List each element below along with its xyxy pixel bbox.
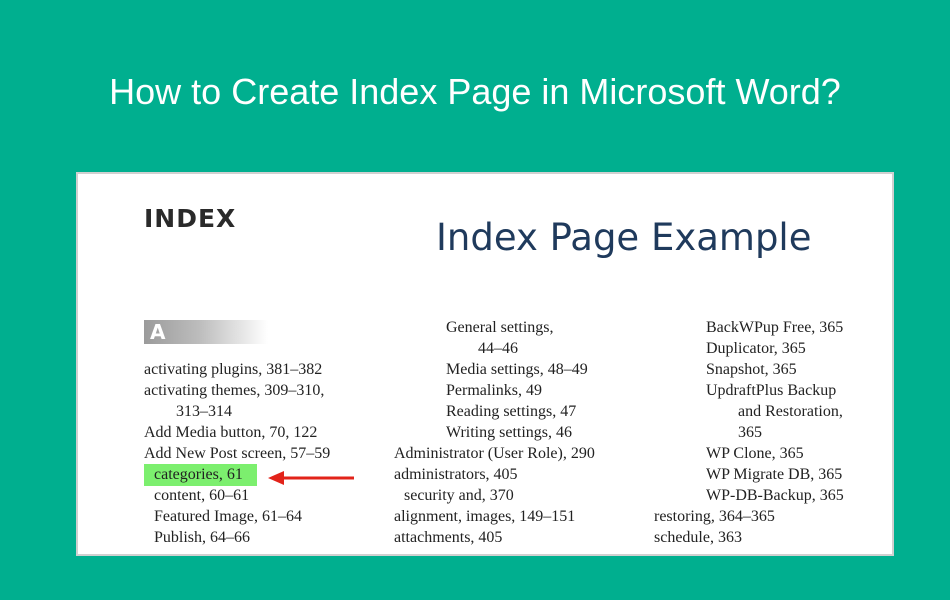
index-entry: 44–46 [478, 340, 518, 357]
index-entry: UpdraftPlus Backup [706, 382, 837, 399]
index-entry: Snapshot, 365 [706, 361, 797, 378]
red-arrow-icon [268, 471, 354, 485]
index-entry: 313–314 [176, 403, 232, 420]
index-entry: General settings, [446, 319, 554, 336]
index-entry: content, 60–61 [154, 487, 250, 504]
index-entry: and Restoration, [738, 403, 843, 420]
index-column-3: BackWPup Free, 365 Duplicator, 365 Snaps… [654, 317, 844, 548]
index-entry: administrators, 405 [394, 466, 518, 483]
index-entry: activating themes, 309–310, [144, 382, 325, 399]
index-entry: Media settings, 48–49 [446, 361, 588, 378]
banner-title: How to Create Index Page in Microsoft Wo… [109, 71, 841, 112]
index-entry: WP Clone, 365 [706, 445, 804, 462]
index-page-image: INDEX Index Page Example A activating pl… [76, 172, 894, 556]
index-entry: restoring, 364–365 [654, 508, 775, 525]
index-column-1: activating plugins, 381–382 activating t… [144, 359, 330, 548]
index-entry: 365 [738, 424, 762, 441]
index-entry: attachments, 405 [394, 529, 503, 546]
index-heading: INDEX [144, 204, 237, 233]
index-entry: Writing settings, 46 [446, 424, 573, 441]
index-entry: schedule, 363 [654, 529, 742, 546]
letter-section-bar: A [144, 320, 268, 344]
index-entry: Publish, 64–66 [154, 529, 251, 546]
index-entry: BackWPup Free, 365 [706, 319, 844, 336]
index-entry: alignment, images, 149–151 [394, 508, 576, 525]
index-entry: activating plugins, 381–382 [144, 361, 323, 378]
index-entry: WP-DB-Backup, 365 [706, 487, 844, 504]
section-letter: A [150, 320, 166, 344]
index-entry: Featured Image, 61–64 [154, 508, 302, 525]
index-entry: Duplicator, 365 [706, 340, 806, 357]
example-title: Index Page Example [436, 216, 812, 259]
index-entry: Reading settings, 47 [446, 403, 577, 420]
index-entry: Permalinks, 49 [446, 382, 542, 399]
index-entry: Add Media button, 70, 122 [144, 424, 318, 441]
highlighted-entry: categories, 61 [144, 464, 257, 486]
index-entry: WP Migrate DB, 365 [706, 466, 843, 483]
index-entry: Add New Post screen, 57–59 [144, 445, 331, 462]
index-entry: Administrator (User Role), 290 [394, 445, 595, 462]
index-entry: security and, 370 [404, 487, 514, 504]
index-column-2: General settings, 44–46 Media settings, … [394, 317, 595, 548]
